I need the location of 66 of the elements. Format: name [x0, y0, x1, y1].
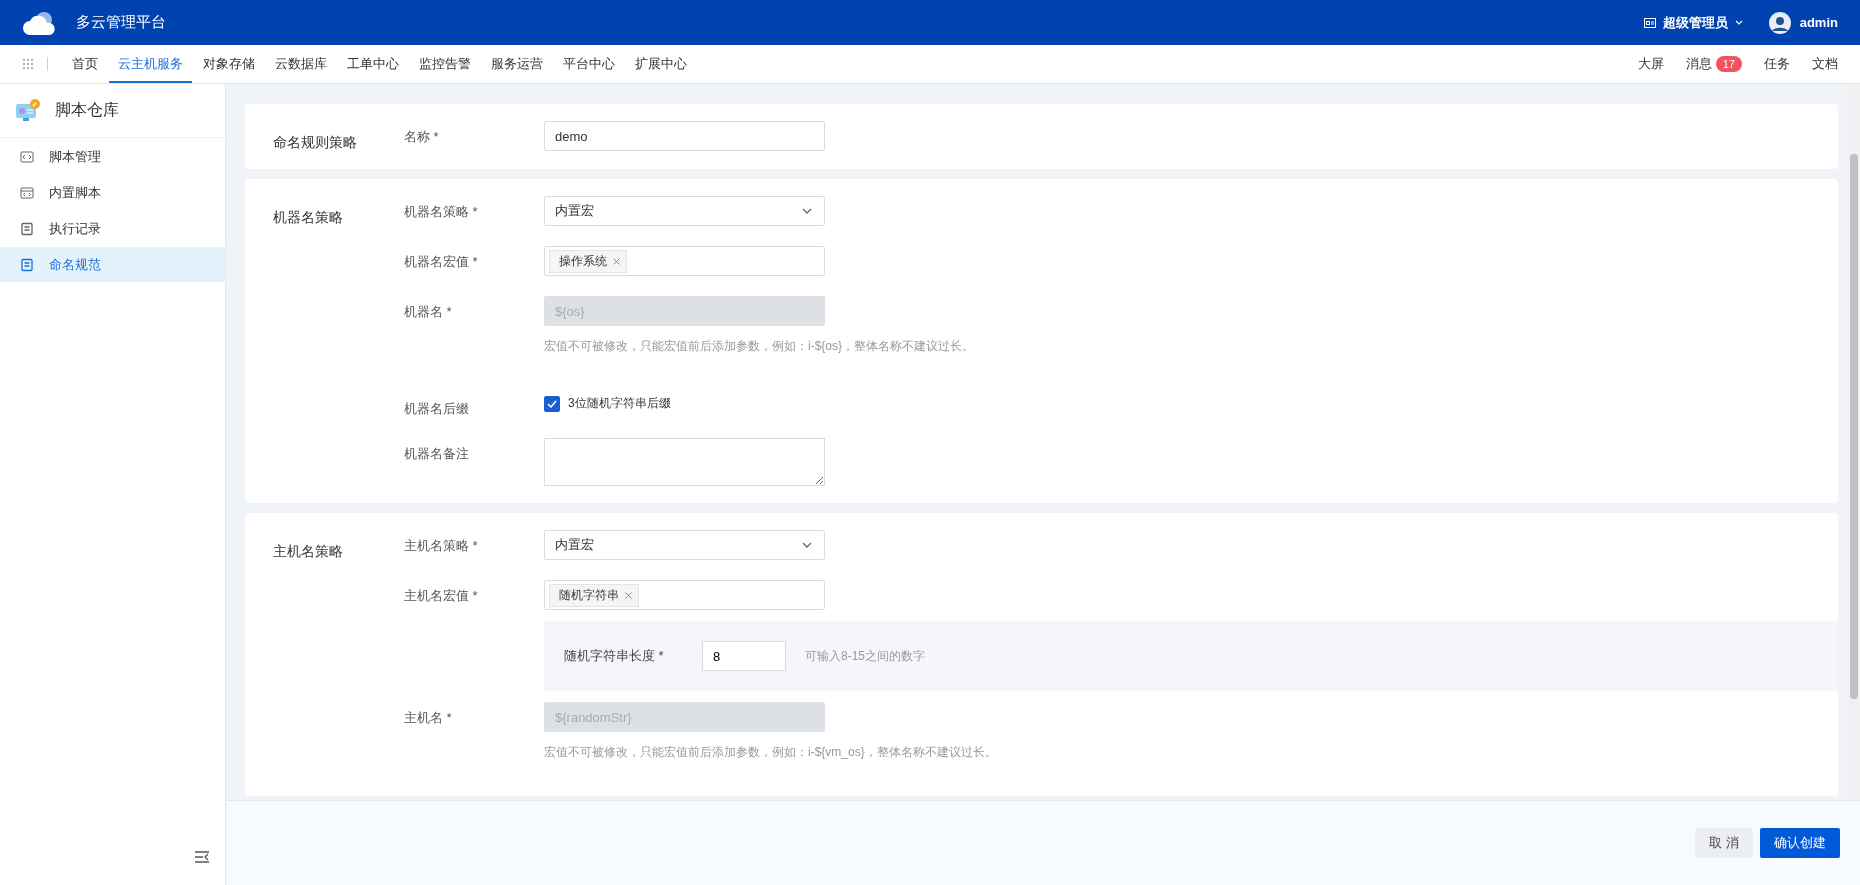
close-icon[interactable]	[613, 257, 620, 265]
tag-input[interactable]: 操作系统	[544, 246, 825, 276]
strategy-select[interactable]: 内置宏	[544, 530, 825, 560]
nav-tab[interactable]: 云数据库	[266, 45, 336, 83]
nav-link[interactable]: 文档	[1812, 55, 1838, 73]
document-icon	[20, 221, 34, 236]
hint-text: 宏值不可被修改，只能宏值前后添加参数，例如：i-${os}，整体名称不建议过长。	[544, 338, 976, 355]
hint-text: 宏值不可被修改，只能宏值前后添加参数，例如：i-${vm_os}，整体名称不建议过长。	[544, 744, 998, 761]
code-icon	[20, 149, 34, 164]
id-card-icon	[1643, 17, 1656, 28]
chevron-down-icon	[802, 208, 812, 214]
grid-menu-icon[interactable]	[23, 59, 33, 69]
name-input[interactable]: demo	[544, 121, 825, 151]
avatar-icon	[1768, 11, 1791, 34]
cloud-logo-icon	[22, 10, 58, 35]
confirm-button[interactable]: 确认创建	[1760, 828, 1840, 858]
sidebar-item[interactable]: 执行记录	[0, 211, 225, 246]
sidebar-title: 脚本仓库	[55, 100, 119, 120]
nav-tab[interactable]: 扩展中心	[626, 45, 696, 83]
user-name: admin	[1799, 15, 1838, 30]
monitor-wrench-icon	[15, 98, 41, 123]
cancel-button[interactable]: 取 消	[1695, 828, 1753, 858]
close-icon[interactable]	[625, 591, 632, 599]
field-label: 主机名策略 *	[404, 537, 479, 555]
field-label: 机器名备注	[404, 445, 470, 463]
nav-tab[interactable]: 首页	[63, 45, 107, 83]
checkbox-label: 3位随机字符串后缀	[568, 395, 671, 412]
field-label: 主机名 *	[404, 709, 453, 727]
nav-tab[interactable]: 对象存储	[194, 45, 264, 83]
chevron-down-icon	[802, 542, 812, 548]
field-label: 机器名宏值 *	[404, 253, 479, 271]
nav-tab[interactable]: 监控告警	[410, 45, 480, 83]
field-label: 机器名后缀	[404, 400, 470, 418]
nav-tab[interactable]: 平台中心	[554, 45, 624, 83]
field-label: 机器名策略 *	[404, 203, 479, 221]
app-title: 多云管理平台	[76, 13, 166, 32]
checkbox[interactable]	[544, 395, 560, 412]
nav-link[interactable]: 消息	[1685, 55, 1712, 73]
strategy-select[interactable]: 内置宏	[544, 196, 825, 226]
section-title: 主机名策略	[273, 542, 344, 561]
hint-text: 可输入8-15之间的数字	[805, 647, 926, 665]
sidebar-item[interactable]: 脚本管理	[0, 139, 225, 174]
count-badge: 17	[1715, 56, 1742, 72]
code-icon	[20, 185, 34, 200]
section-title: 机器名策略	[273, 208, 344, 227]
collapse-menu-icon[interactable]	[195, 851, 209, 863]
sidebar-item[interactable]: 命名规范	[0, 247, 225, 282]
sidebar-item[interactable]: 内置脚本	[0, 175, 225, 210]
field-label: 机器名 *	[404, 303, 453, 321]
nav-link[interactable]: 任务	[1764, 55, 1790, 73]
nav-tab[interactable]: 工单中心	[338, 45, 408, 83]
macro-tag: 随机字符串	[549, 583, 639, 607]
length-input[interactable]: 8	[702, 641, 786, 671]
field-label: 随机字符串长度 *	[564, 647, 665, 665]
field-label: 名称 *	[404, 128, 440, 146]
nav-tab[interactable]: 服务运营	[482, 45, 552, 83]
scrollbar[interactable]	[1848, 84, 1860, 800]
chevron-down-icon	[1734, 20, 1743, 25]
document-icon	[20, 257, 34, 272]
nav-link[interactable]: 大屏	[1637, 55, 1664, 73]
field-label: 主机名宏值 *	[404, 587, 479, 605]
tag-input[interactable]: 随机字符串	[544, 580, 825, 610]
macro-tag: 操作系统	[549, 249, 627, 273]
role-dropdown[interactable]: 超级管理员	[1643, 13, 1743, 32]
check-icon	[547, 399, 557, 408]
section-title: 命名规则策略	[273, 133, 358, 152]
